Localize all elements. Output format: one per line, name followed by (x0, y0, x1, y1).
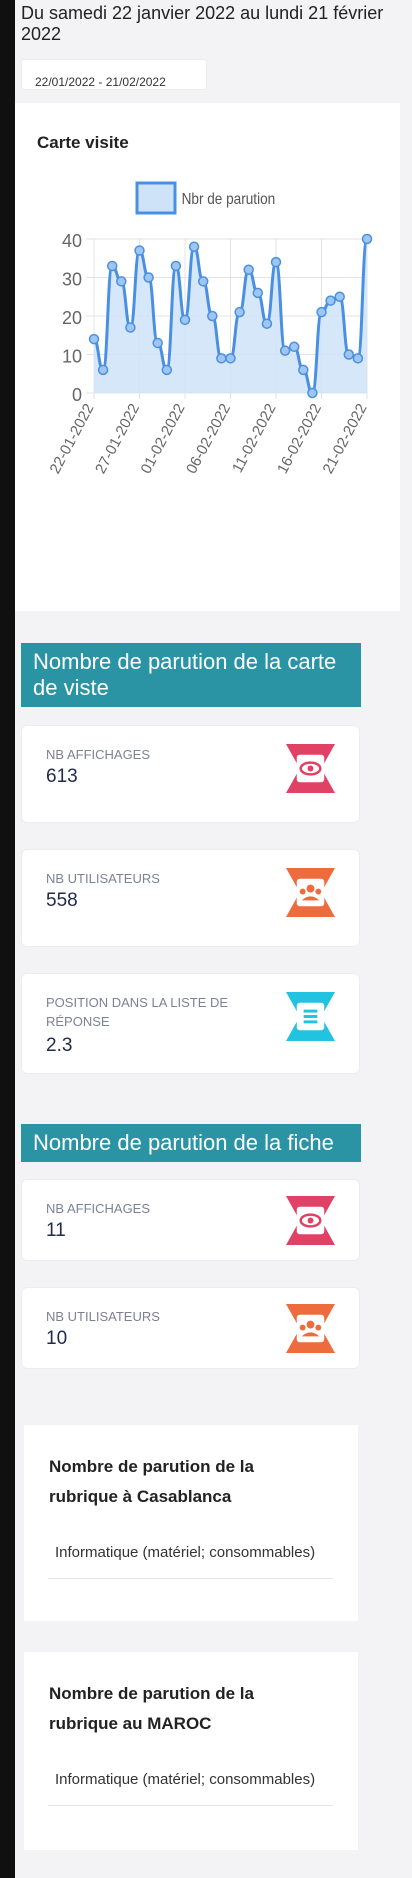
section-title-fiche: Nombre de parution de la fiche (21, 1124, 361, 1162)
data-point (298, 364, 309, 376)
y-tick-label: 10 (62, 347, 82, 367)
y-tick-label: 20 (62, 308, 82, 328)
data-point (252, 287, 264, 299)
y-tick-label: 30 (62, 270, 82, 290)
divider (48, 1578, 333, 1579)
x-tick-label: 06-02-2022 (183, 401, 234, 477)
data-point (161, 364, 173, 376)
data-point (207, 310, 218, 322)
data-point (170, 260, 182, 272)
stat-value: 558 (46, 890, 78, 911)
data-point (361, 233, 373, 245)
rubrique-title: Nombre de parution de la rubrique au MAR… (49, 1684, 254, 1733)
data-point (88, 333, 100, 345)
data-point (288, 341, 300, 353)
data-point (143, 272, 154, 283)
x-tick-label: 21-02-2022 (319, 401, 370, 477)
data-point (134, 245, 145, 256)
legend-label: Nbr de parution (182, 191, 276, 208)
data-point (279, 345, 291, 356)
data-point (116, 276, 127, 287)
stat-card-fiche-utilisateurs: NB UTILISATEURS 10 (21, 1287, 360, 1369)
rubrique-title: Nombre de parution de la rubrique à Casa… (49, 1457, 254, 1506)
data-point (243, 264, 254, 276)
stat-card-fiche-affichages: NB AFFICHAGES 11 (21, 1179, 360, 1261)
stat-label: NB AFFICHAGES (46, 747, 151, 762)
eye-icon (286, 1196, 335, 1245)
list-icon (286, 992, 335, 1041)
data-point (316, 306, 327, 318)
stat-label: NB UTILISATEURS (46, 871, 160, 886)
chart-card: Carte visite Nbr de parution 0 10 20 30 40 22-… (15, 103, 400, 611)
rubrique-card-casablanca: Nombre de parution de la rubrique à Casa… (24, 1425, 358, 1621)
data-point (261, 318, 273, 329)
data-point (225, 353, 236, 364)
data-point (343, 349, 355, 360)
y-tick-label: 40 (62, 231, 82, 251)
stat-card-utilisateurs: NB UTILISATEURS 558 (21, 849, 360, 947)
data-point (307, 387, 318, 399)
date-range-input[interactable]: 22/01/2022 - 21/02/2022 (21, 59, 207, 90)
data-point (197, 276, 209, 287)
data-point (125, 322, 136, 333)
data-point (334, 291, 345, 302)
stat-label: POSITION DANS LA LISTE DE RÉPONSE (46, 995, 229, 1029)
legend-swatch (135, 181, 177, 215)
stat-value: 10 (46, 1328, 68, 1349)
x-tick-label: 22-01-2022 (46, 401, 97, 477)
data-point (270, 256, 282, 268)
data-point (152, 337, 163, 349)
x-tick-label: 27-01-2022 (92, 401, 143, 477)
data-point (106, 260, 118, 272)
eye-icon (286, 744, 335, 793)
stat-value: 613 (46, 766, 78, 787)
stat-card-position: POSITION DANS LA LISTE DE RÉPONSE 2.3 (21, 973, 360, 1074)
page-title: Du samedi 22 janvier 2022 au lundi 21 fé… (21, 3, 384, 44)
rubrique-list-item: Informatique (matériel; consommables) (55, 1771, 316, 1788)
section-title-carte: Nombre de parution de la carte de viste (21, 643, 361, 707)
stat-card-affichages: NB AFFICHAGES 613 (21, 725, 360, 823)
data-point (97, 364, 109, 376)
data-point (216, 353, 227, 364)
data-point (188, 241, 200, 252)
data-point (325, 295, 336, 306)
parution-chart: Nbr de parution 0 10 20 30 40 22-01-202227-01-… (46, 181, 373, 477)
divider (48, 1805, 333, 1806)
y-tick-label: 0 (72, 385, 82, 405)
users-icon (286, 868, 335, 917)
rubrique-list-item: Informatique (matériel; consommables) (55, 1544, 316, 1561)
stat-label: NB UTILISATEURS (46, 1309, 160, 1324)
rubrique-card-maroc: Nombre de parution de la rubrique au MAR… (24, 1652, 358, 1850)
x-tick-label: 01-02-2022 (137, 401, 188, 477)
users-icon (286, 1304, 335, 1353)
stat-value: 2.3 (46, 1035, 73, 1056)
x-tick-label: 16-02-2022 (274, 401, 325, 477)
data-point (352, 353, 364, 364)
data-point (179, 314, 191, 326)
stat-label: NB AFFICHAGES (46, 1201, 151, 1216)
x-tick-label: 11-02-2022 (229, 401, 280, 476)
data-point (234, 306, 245, 318)
stat-value: 11 (46, 1220, 66, 1241)
left-edge-strip (0, 0, 15, 1878)
